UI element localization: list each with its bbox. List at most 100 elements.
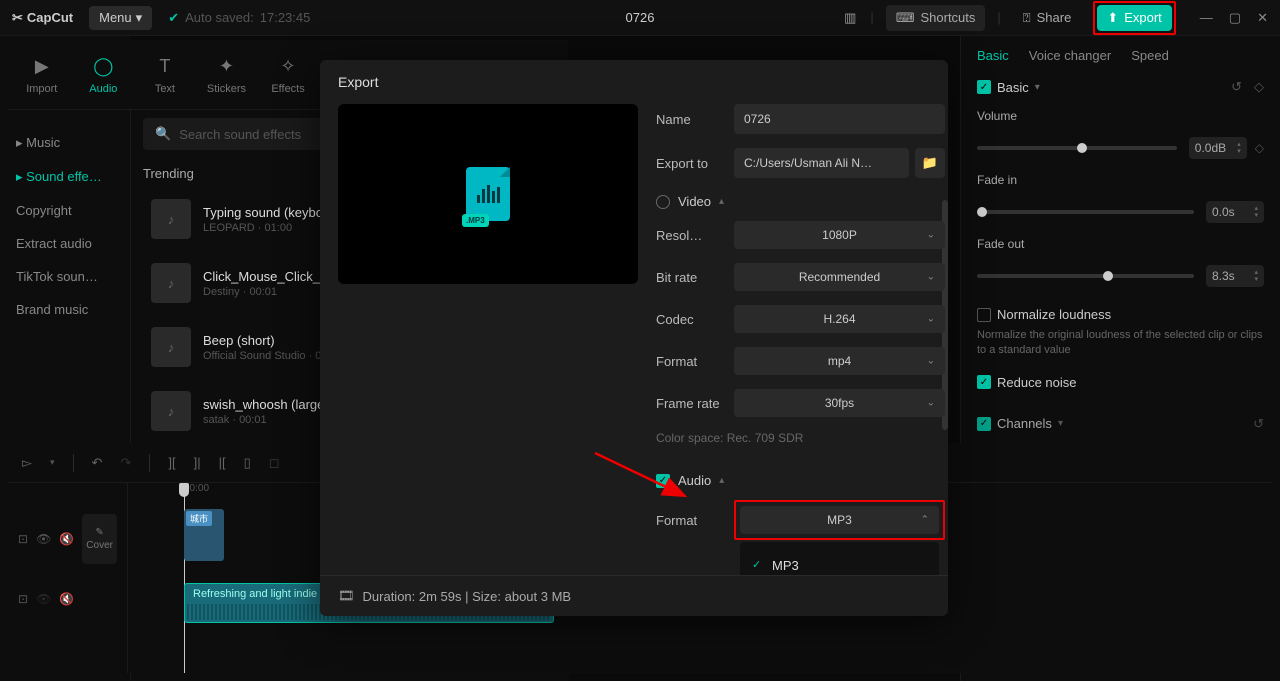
video-format-select[interactable]: mp4⌄ bbox=[734, 347, 945, 375]
lock-icon[interactable]: ⊡ bbox=[18, 532, 28, 546]
audio-format-select[interactable]: MP3 ⌃ bbox=[740, 506, 939, 534]
export-preview: .MP3 bbox=[338, 104, 638, 284]
chevron-down-icon[interactable]: ▾ bbox=[1035, 82, 1040, 93]
sidebar-label: Extract audio bbox=[16, 236, 92, 251]
sidebar-item-sound-effects[interactable]: ▸ Sound effe… bbox=[6, 160, 124, 194]
video-toggle-icon[interactable] bbox=[656, 195, 670, 209]
chevron-up-icon[interactable]: ▴ bbox=[719, 475, 724, 486]
mute-icon[interactable]: 🔇 bbox=[59, 592, 74, 606]
sidebar-item-brand-music[interactable]: Brand music bbox=[6, 293, 124, 326]
share-button[interactable]: ⍰ Share bbox=[1013, 5, 1082, 31]
sidebar-label: Sound effe… bbox=[26, 169, 102, 184]
pointer-tool-icon[interactable]: ▻ bbox=[22, 455, 32, 471]
project-title[interactable]: 0726 bbox=[626, 10, 655, 25]
keyframe-icon[interactable]: ◇ bbox=[1254, 79, 1264, 95]
chevron-down-icon: ⌄ bbox=[927, 356, 935, 367]
visibility-icon[interactable]: 👁 bbox=[36, 592, 51, 606]
layout-icon[interactable]: ▥ bbox=[842, 10, 858, 26]
undo-icon[interactable]: ↶ bbox=[92, 455, 103, 471]
sidebar-item-extract-audio[interactable]: Extract audio bbox=[6, 227, 124, 260]
close-icon[interactable]: ✕ bbox=[1257, 10, 1268, 26]
chevron-down-icon: ▾ bbox=[136, 10, 143, 26]
section-label: Basic bbox=[997, 80, 1029, 95]
chevron-down-icon[interactable]: ▾ bbox=[50, 457, 55, 468]
checkbox-checked-icon[interactable]: ✓ bbox=[977, 375, 991, 389]
app-logo: ✂ CapCut bbox=[12, 10, 73, 26]
fadeout-value[interactable]: 8.3s▴▾ bbox=[1206, 265, 1264, 287]
bitrate-select[interactable]: Recommended⌄ bbox=[734, 263, 945, 291]
undo-icon[interactable]: ↺ bbox=[1253, 416, 1264, 432]
visibility-icon[interactable]: 👁 bbox=[36, 532, 51, 546]
mute-icon[interactable]: 🔇 bbox=[59, 532, 74, 546]
sidebar-item-music[interactable]: ▸ Music bbox=[6, 126, 124, 160]
volume-value[interactable]: 0.0dB▴▾ bbox=[1189, 137, 1247, 159]
mp3-file-icon: .MP3 bbox=[466, 167, 510, 221]
share-label: Share bbox=[1037, 10, 1072, 25]
chevron-down-icon[interactable]: ▾ bbox=[1058, 418, 1063, 429]
checkbox-checked-icon[interactable]: ✓ bbox=[977, 417, 991, 431]
sidebar-label: Music bbox=[26, 135, 60, 150]
chevron-up-icon[interactable]: ▴ bbox=[719, 196, 724, 207]
tab-import[interactable]: ▶Import bbox=[12, 40, 72, 109]
select-value: 30fps bbox=[825, 396, 854, 410]
maximize-icon[interactable]: ▢ bbox=[1229, 10, 1241, 26]
redo-icon[interactable]: ↷ bbox=[120, 455, 131, 471]
more-icon[interactable]: ◻ bbox=[269, 455, 280, 471]
cover-label: Cover bbox=[86, 540, 113, 551]
music-note-icon: ♪ bbox=[151, 199, 191, 239]
autosave-status: ✔ Auto saved: 17:23:45 bbox=[168, 10, 310, 26]
film-icon: 🎞 bbox=[338, 588, 355, 604]
select-value: 1080P bbox=[822, 228, 857, 242]
menu-button[interactable]: Menu ▾ bbox=[89, 6, 152, 30]
delete-icon[interactable]: ▯ bbox=[244, 455, 251, 471]
export-button[interactable]: ⬆ Export bbox=[1097, 5, 1171, 31]
split-left-icon[interactable]: ]| bbox=[194, 455, 201, 470]
fadein-value[interactable]: 0.0s▴▾ bbox=[1206, 201, 1264, 223]
undo-icon[interactable]: ↺ bbox=[1231, 79, 1242, 95]
tab-voice-changer[interactable]: Voice changer bbox=[1029, 48, 1111, 63]
tab-effects[interactable]: ✧Effects bbox=[258, 40, 318, 109]
resolution-select[interactable]: 1080P ⌄ bbox=[734, 221, 945, 249]
app-name: CapCut bbox=[27, 10, 73, 25]
tab-basic[interactable]: Basic bbox=[977, 48, 1009, 63]
video-clip[interactable]: 城市 bbox=[184, 509, 224, 561]
tab-text[interactable]: TText bbox=[135, 40, 195, 109]
checkbox-unchecked-icon[interactable] bbox=[977, 308, 991, 322]
separator: | bbox=[870, 10, 873, 25]
field-label: Resol… bbox=[656, 228, 734, 243]
autosave-label: Auto saved: bbox=[185, 10, 254, 25]
tab-stickers[interactable]: ✦Stickers bbox=[197, 40, 257, 109]
fadein-slider[interactable] bbox=[977, 210, 1194, 214]
fadeout-slider[interactable] bbox=[977, 274, 1194, 278]
volume-slider[interactable] bbox=[977, 146, 1177, 150]
sidebar-item-tiktok-sounds[interactable]: TikTok soun… bbox=[6, 260, 124, 293]
split-right-icon[interactable]: |[ bbox=[219, 455, 226, 470]
field-label: Name bbox=[656, 112, 734, 127]
split-icon[interactable]: ][ bbox=[168, 455, 175, 470]
keyframe-icon[interactable]: ◇ bbox=[1255, 141, 1264, 155]
minimize-icon[interactable]: — bbox=[1200, 10, 1213, 26]
browse-folder-button[interactable]: 📁 bbox=[915, 148, 945, 178]
format-option-mp3[interactable]: MP3 bbox=[740, 548, 939, 575]
sidebar-label: TikTok soun… bbox=[16, 269, 98, 284]
chevron-down-icon: ⌄ bbox=[927, 230, 935, 241]
framerate-select[interactable]: 30fps⌄ bbox=[734, 389, 945, 417]
cover-button[interactable]: ✎ Cover bbox=[82, 514, 117, 564]
checkbox-checked-icon[interactable]: ✓ bbox=[977, 80, 991, 94]
keyboard-icon: ⌨ bbox=[896, 10, 915, 26]
codec-select[interactable]: H.264⌄ bbox=[734, 305, 945, 333]
music-note-icon: ♪ bbox=[151, 327, 191, 367]
folder-icon: 📁 bbox=[922, 155, 938, 171]
export-path-input[interactable] bbox=[734, 148, 909, 178]
normalize-desc: Normalize the original loudness of the s… bbox=[977, 328, 1264, 359]
sidebar-item-copyright[interactable]: Copyright bbox=[6, 194, 124, 227]
lock-icon[interactable]: ⊡ bbox=[18, 592, 28, 606]
share-icon: ⍰ bbox=[1023, 10, 1031, 26]
shortcuts-button[interactable]: ⌨ Shortcuts bbox=[886, 5, 986, 31]
tab-label: Stickers bbox=[207, 83, 246, 95]
tab-audio[interactable]: ◯Audio bbox=[74, 40, 134, 109]
export-dialog: Export .MP3 Name Export to 📁 bbox=[320, 60, 948, 616]
tab-speed[interactable]: Speed bbox=[1131, 48, 1169, 63]
chevron-down-icon: ⌄ bbox=[927, 272, 935, 283]
export-name-input[interactable] bbox=[734, 104, 945, 134]
